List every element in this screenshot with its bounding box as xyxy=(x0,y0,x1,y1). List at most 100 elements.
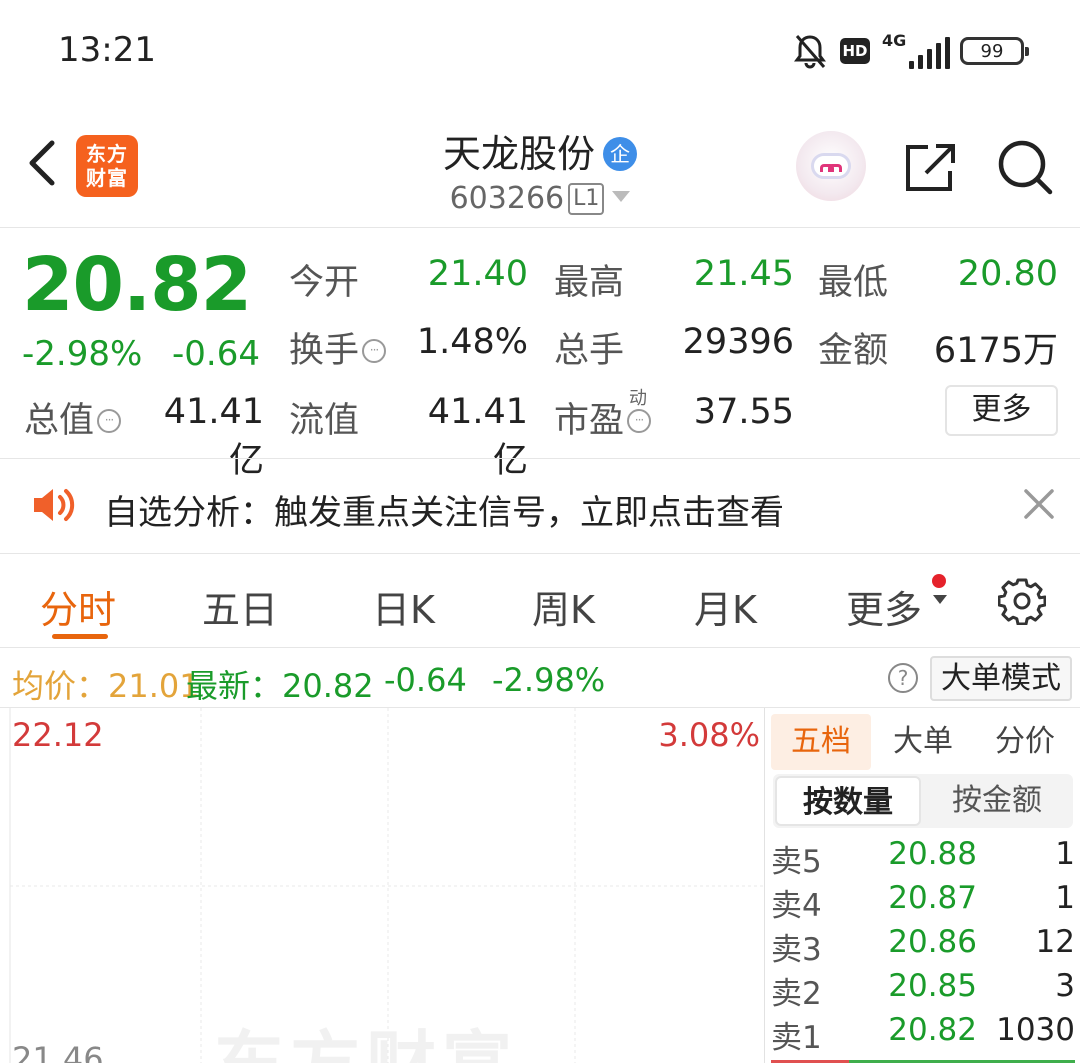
tab-weekly-k[interactable]: 周K xyxy=(532,579,595,634)
bell-muted-icon xyxy=(794,35,826,69)
help-icon[interactable]: ? xyxy=(888,663,918,693)
active-tab-indicator xyxy=(52,634,108,639)
amount-label: 金额 xyxy=(818,331,889,371)
ask-volume: 1030 xyxy=(996,1012,1075,1048)
gear-icon[interactable] xyxy=(998,577,1046,625)
chart-max-price: 22.12 xyxy=(12,716,104,754)
low-label: 最低 xyxy=(818,263,889,303)
turnover-label[interactable]: 换手 ··· xyxy=(289,322,387,373)
pe-dynamic-mark: 动 xyxy=(629,388,647,409)
status-bar: 13:21 HD 4G 99 xyxy=(0,0,1080,105)
info-dots-icon[interactable]: ··· xyxy=(97,409,122,433)
amount-value: 6175万 xyxy=(933,331,1058,371)
intraday-chart[interactable]: 东方财富 22.12 3.08% 21.46 xyxy=(0,708,764,1063)
big-order-mode-button[interactable]: 大单模式 xyxy=(930,656,1072,701)
ask-level-label: 卖2 xyxy=(771,976,822,1012)
change-percent: -2.98% xyxy=(22,334,143,374)
ask-level-label: 卖3 xyxy=(771,932,822,968)
ask-level-label: 卖5 xyxy=(771,844,822,880)
quote-panel: 20.82 -2.98% -0.64 今开 21.40 最高 21.45 最低 … xyxy=(0,228,1080,481)
intraday-info-strip: 均价：21.01 最新：20.82 -0.64 -2.98% ? 大单模式 xyxy=(0,649,1080,707)
ask-row: 卖4 20.87 1 xyxy=(765,880,1080,924)
robot-assistant-icon[interactable] xyxy=(796,131,866,201)
chart-max-percent: 3.08% xyxy=(658,716,760,754)
tab-price-distribution[interactable]: 分价 xyxy=(975,714,1075,770)
tab-daily-k[interactable]: 日K xyxy=(372,579,435,634)
ask-volume: 1 xyxy=(1055,836,1075,872)
tab-intraday[interactable]: 分时 xyxy=(40,579,116,634)
tab-monthly-k[interactable]: 月K xyxy=(694,579,757,634)
level-badge: L1 xyxy=(568,183,605,215)
ask-volume: 12 xyxy=(1035,924,1075,960)
ask-row: 卖5 20.88 1 xyxy=(765,836,1080,880)
tab-more[interactable]: 更多 xyxy=(846,579,922,634)
ask-row: 卖2 20.85 3 xyxy=(765,968,1080,1012)
by-quantity-button[interactable]: 按数量 xyxy=(775,776,921,826)
tab-five-levels[interactable]: 五档 xyxy=(771,714,871,770)
ask-row: 卖1 20.82 1030 xyxy=(765,1012,1080,1056)
period-tabs: 分时 五日 日K 周K 月K 更多 xyxy=(0,555,1080,647)
divider xyxy=(0,553,1080,554)
pe-label-text: 市盈 xyxy=(554,401,625,441)
strip-change-amount: -0.64 xyxy=(384,661,467,699)
ask-level-label: 卖1 xyxy=(771,1020,822,1056)
battery-icon: 99 xyxy=(960,37,1029,65)
ask-price: 20.85 xyxy=(888,968,977,1004)
close-icon[interactable] xyxy=(1022,487,1056,521)
high-label: 最高 xyxy=(554,263,625,303)
info-dots-icon[interactable]: ··· xyxy=(362,339,387,363)
volume-label: 总手 xyxy=(554,331,625,371)
low-value: 20.80 xyxy=(957,254,1058,294)
share-icon[interactable] xyxy=(902,141,958,195)
open-value: 21.40 xyxy=(427,254,528,294)
search-icon[interactable] xyxy=(996,137,1054,197)
average-price: 均价：21.01 xyxy=(12,667,200,705)
stock-name: 天龙股份 xyxy=(442,132,595,176)
notice-bar[interactable]: 自选分析：触发重点关注信号，立即点击查看 xyxy=(0,459,1080,553)
open-label: 今开 xyxy=(289,263,360,303)
last-price: 20.82 xyxy=(22,242,252,328)
more-quote-button[interactable]: 更多 xyxy=(945,385,1058,436)
change-amount: -0.64 xyxy=(172,334,260,374)
speaker-icon xyxy=(34,489,75,521)
ask-volume: 3 xyxy=(1055,968,1075,1004)
chevron-down-icon[interactable] xyxy=(612,191,631,202)
tab-five-day[interactable]: 五日 xyxy=(202,579,278,634)
total-cap-label-text: 总值 xyxy=(24,401,95,441)
ask-level-label: 卖4 xyxy=(771,888,822,924)
pe-value: 37.55 xyxy=(693,392,794,432)
battery-level: 99 xyxy=(980,40,1004,62)
by-amount-button[interactable]: 按金额 xyxy=(923,774,1071,828)
total-cap-label[interactable]: 总值 ··· xyxy=(24,392,122,443)
enterprise-badge-icon: 企 xyxy=(603,137,637,171)
status-icons: HD 4G 99 xyxy=(790,30,1029,72)
high-value: 21.45 xyxy=(693,254,794,294)
divider xyxy=(0,647,1080,648)
ask-price: 20.82 xyxy=(888,1012,977,1048)
ask-volume: 1 xyxy=(1055,880,1075,916)
volume-value: 29396 xyxy=(682,322,794,362)
tab-big-orders[interactable]: 大单 xyxy=(875,714,971,770)
app-header: 东方 财富 天龙股份企 603266 L1 xyxy=(0,105,1080,227)
hd-icon: HD xyxy=(840,38,870,64)
ask-row: 卖3 20.86 12 xyxy=(765,924,1080,968)
turnover-value: 1.48% xyxy=(416,322,528,362)
turnover-label-text: 换手 xyxy=(289,331,360,371)
signal-icon: 4G xyxy=(880,31,950,71)
status-time: 13:21 xyxy=(58,30,156,70)
notification-dot xyxy=(932,574,946,588)
chevron-down-icon[interactable] xyxy=(933,595,947,604)
ask-price: 20.86 xyxy=(888,924,977,960)
order-book-unit-toggle: 按数量 按金额 xyxy=(773,774,1073,828)
info-dots-icon[interactable]: ··· xyxy=(627,409,652,433)
notice-text[interactable]: 自选分析：触发重点关注信号，立即点击查看 xyxy=(104,485,784,534)
chart-mid-price: 21.46 xyxy=(12,1040,104,1063)
strip-change-percent: -2.98% xyxy=(492,661,606,699)
network-type: 4G xyxy=(882,31,907,50)
order-book: 五档 大单 分价 按数量 按金额 卖5 20.88 1 卖4 20.87 1 卖… xyxy=(764,708,1080,1063)
ask-price: 20.88 xyxy=(888,836,977,872)
stock-code: 603266 xyxy=(449,181,565,216)
watermark: 东方财富 xyxy=(214,1008,518,1063)
latest-price: 最新：20.82 xyxy=(186,667,374,705)
float-cap-label: 流值 xyxy=(289,401,360,441)
